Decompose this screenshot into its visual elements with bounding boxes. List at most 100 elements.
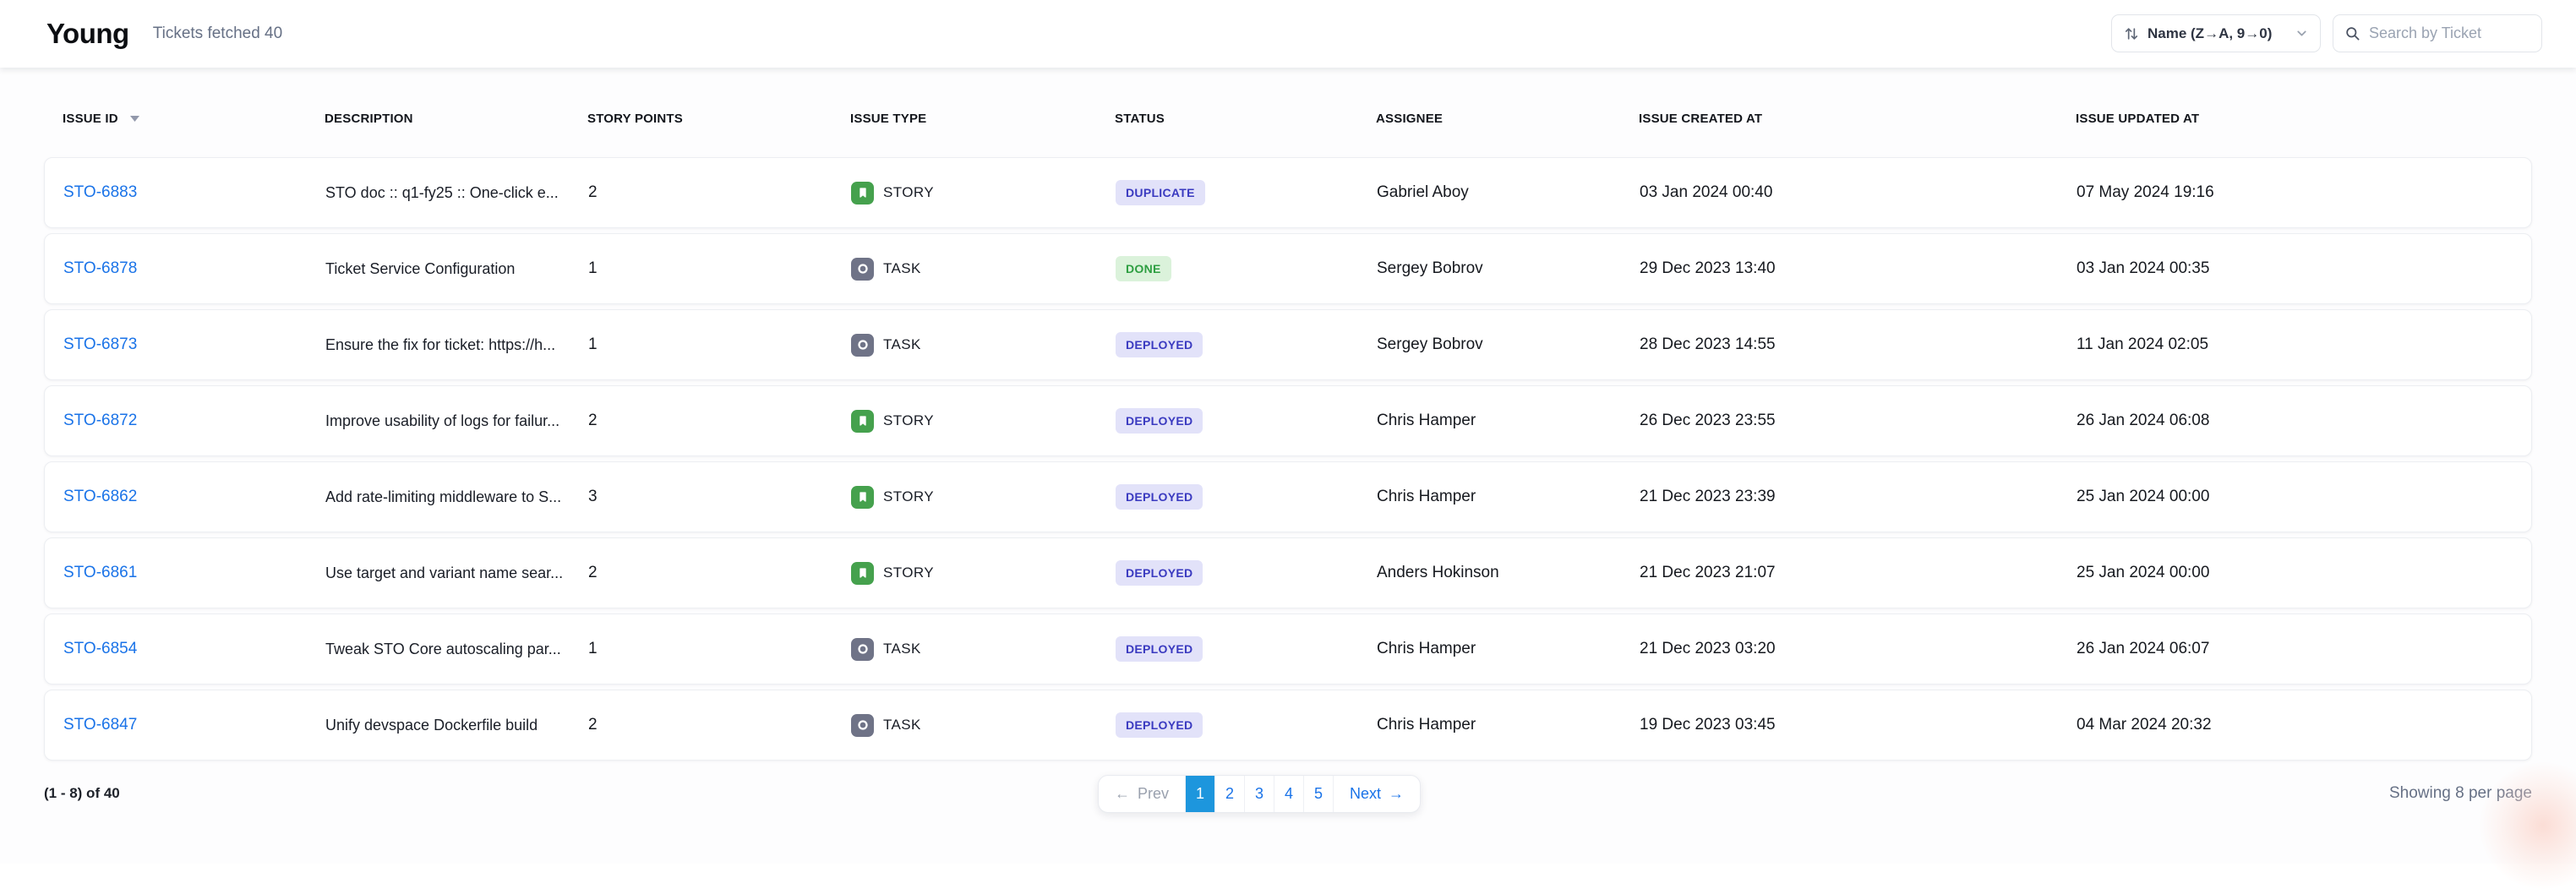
pagination-page-1[interactable]: 1 [1185, 776, 1214, 812]
description-cell: STO doc :: q1-fy25 :: One-click e... [325, 184, 588, 202]
updated-at-cell: 25 Jan 2024 00:00 [2077, 488, 2513, 506]
description-cell: Ensure the fix for ticket: https://h... [325, 336, 588, 354]
column-header-story-points: STORY POINTS [587, 112, 850, 126]
description-cell: Tweak STO Core autoscaling par... [325, 641, 588, 658]
table-row: STO-6862 Add rate-limiting middleware to… [44, 461, 2532, 532]
updated-at-cell: 07 May 2024 19:16 [2077, 183, 2513, 202]
ticket-table: ISSUE ID DESCRIPTION STORY POINTS ISSUE … [0, 68, 2576, 864]
story-icon [851, 410, 874, 433]
assignee-cell: Sergey Bobrov [1377, 335, 1640, 354]
created-at-cell: 28 Dec 2023 14:55 [1640, 335, 2077, 354]
issue-type-cell: TASK [851, 334, 1116, 357]
task-icon [851, 334, 874, 357]
table-footer: (1 - 8) of 40 ←Prev12345Next→ Showing 8 … [44, 774, 2532, 813]
status-badge: DEPLOYED [1116, 712, 1203, 738]
per-page-label: Showing 8 per page [2389, 784, 2532, 803]
chevron-down-icon [2295, 26, 2309, 41]
toolbar-controls: Name (Z→A, 9→0) [2111, 14, 2542, 52]
assignee-cell: Anders Hokinson [1377, 564, 1640, 582]
sort-desc-triangle-icon [129, 114, 140, 123]
issue-id-link[interactable]: STO-6854 [63, 640, 137, 657]
issue-id-link[interactable]: STO-6872 [63, 412, 137, 429]
story-icon [851, 182, 874, 205]
updated-at-cell: 25 Jan 2024 00:00 [2077, 564, 2513, 582]
issue-id-link[interactable]: STO-6873 [63, 335, 137, 353]
assignee-cell: Chris Hamper [1377, 412, 1640, 430]
status-badge: DEPLOYED [1116, 636, 1203, 662]
arrow-right-icon: → [1389, 785, 1404, 803]
pagination-prev-button[interactable]: ←Prev [1099, 776, 1185, 812]
created-at-cell: 21 Dec 2023 03:20 [1640, 640, 2077, 658]
status-badge: DEPLOYED [1116, 484, 1203, 510]
created-at-cell: 26 Dec 2023 23:55 [1640, 412, 2077, 430]
status-badge: DEPLOYED [1116, 408, 1203, 434]
table-row: STO-6873 Ensure the fix for ticket: http… [44, 309, 2532, 380]
created-at-cell: 21 Dec 2023 23:39 [1640, 488, 2077, 506]
issue-type-label: STORY [883, 488, 934, 505]
assignee-cell: Chris Hamper [1377, 640, 1640, 658]
task-icon [851, 638, 874, 661]
pagination-next-button[interactable]: Next→ [1333, 776, 1420, 812]
description-cell: Ticket Service Configuration [325, 260, 588, 278]
table-row: STO-6861 Use target and variant name sea… [44, 537, 2532, 608]
story-icon [851, 562, 874, 585]
table-row: STO-6872 Improve usability of logs for f… [44, 385, 2532, 456]
created-at-cell: 29 Dec 2023 13:40 [1640, 259, 2077, 278]
story-points-cell: 1 [588, 259, 851, 278]
issue-id-link[interactable]: STO-6878 [63, 259, 137, 277]
search-icon [2344, 25, 2360, 41]
issue-type-label: TASK [883, 641, 921, 657]
story-points-cell: 2 [588, 412, 851, 430]
story-points-cell: 2 [588, 716, 851, 734]
created-at-cell: 03 Jan 2024 00:40 [1640, 183, 2077, 202]
issue-id-link[interactable]: STO-6862 [63, 488, 137, 505]
tickets-fetched-label: Tickets fetched 40 [153, 25, 282, 43]
created-at-cell: 21 Dec 2023 21:07 [1640, 564, 2077, 582]
issue-type-cell: STORY [851, 486, 1116, 509]
table-body: STO-6883 STO doc :: q1-fy25 :: One-click… [44, 157, 2532, 761]
issue-type-label: STORY [883, 184, 934, 201]
story-icon [851, 486, 874, 509]
story-points-cell: 1 [588, 640, 851, 658]
pagination-page-2[interactable]: 2 [1214, 776, 1244, 812]
sort-arrows-icon [2123, 25, 2140, 42]
column-header-assignee: ASSIGNEE [1376, 112, 1639, 126]
issue-type-label: STORY [883, 412, 934, 429]
search-input[interactable] [2369, 25, 2530, 42]
issue-type-label: TASK [883, 717, 921, 734]
column-header-issue-type: ISSUE TYPE [850, 112, 1115, 126]
issue-type-label: TASK [883, 336, 921, 353]
task-icon [851, 714, 874, 737]
column-header-issue-updated-at: ISSUE UPDATED AT [2076, 112, 2513, 126]
status-badge: DONE [1116, 256, 1171, 281]
status-badge: DEPLOYED [1116, 332, 1203, 357]
pagination-page-4[interactable]: 4 [1274, 776, 1303, 812]
issue-id-link[interactable]: STO-6847 [63, 716, 137, 734]
issue-type-cell: TASK [851, 638, 1116, 661]
issue-type-cell: STORY [851, 182, 1116, 205]
description-cell: Improve usability of logs for failur... [325, 412, 588, 430]
issue-id-link[interactable]: STO-6883 [63, 183, 137, 201]
updated-at-cell: 11 Jan 2024 02:05 [2077, 335, 2513, 354]
task-icon [851, 258, 874, 281]
column-header-description: DESCRIPTION [325, 112, 587, 126]
assignee-cell: Chris Hamper [1377, 488, 1640, 506]
pagination-page-5[interactable]: 5 [1303, 776, 1333, 812]
description-cell: Unify devspace Dockerfile build [325, 717, 588, 734]
arrow-left-icon: ← [1115, 785, 1130, 803]
pagination-page-3[interactable]: 3 [1244, 776, 1274, 812]
issue-id-link[interactable]: STO-6861 [63, 564, 137, 581]
updated-at-cell: 04 Mar 2024 20:32 [2077, 716, 2513, 734]
sort-dropdown[interactable]: Name (Z→A, 9→0) [2111, 14, 2321, 52]
updated-at-cell: 26 Jan 2024 06:07 [2077, 640, 2513, 658]
table-row: STO-6854 Tweak STO Core autoscaling par.… [44, 614, 2532, 684]
story-points-cell: 1 [588, 335, 851, 354]
column-header-issue-id[interactable]: ISSUE ID [63, 112, 325, 126]
status-badge: DEPLOYED [1116, 560, 1203, 586]
column-header-issue-created-at: ISSUE CREATED AT [1639, 112, 2076, 126]
top-bar: Young Tickets fetched 40 Name (Z→A, 9→0) [0, 0, 2576, 68]
table-row: STO-6847 Unify devspace Dockerfile build… [44, 690, 2532, 761]
assignee-cell: Gabriel Aboy [1377, 183, 1640, 202]
assignee-cell: Sergey Bobrov [1377, 259, 1640, 278]
issue-type-label: STORY [883, 564, 934, 581]
